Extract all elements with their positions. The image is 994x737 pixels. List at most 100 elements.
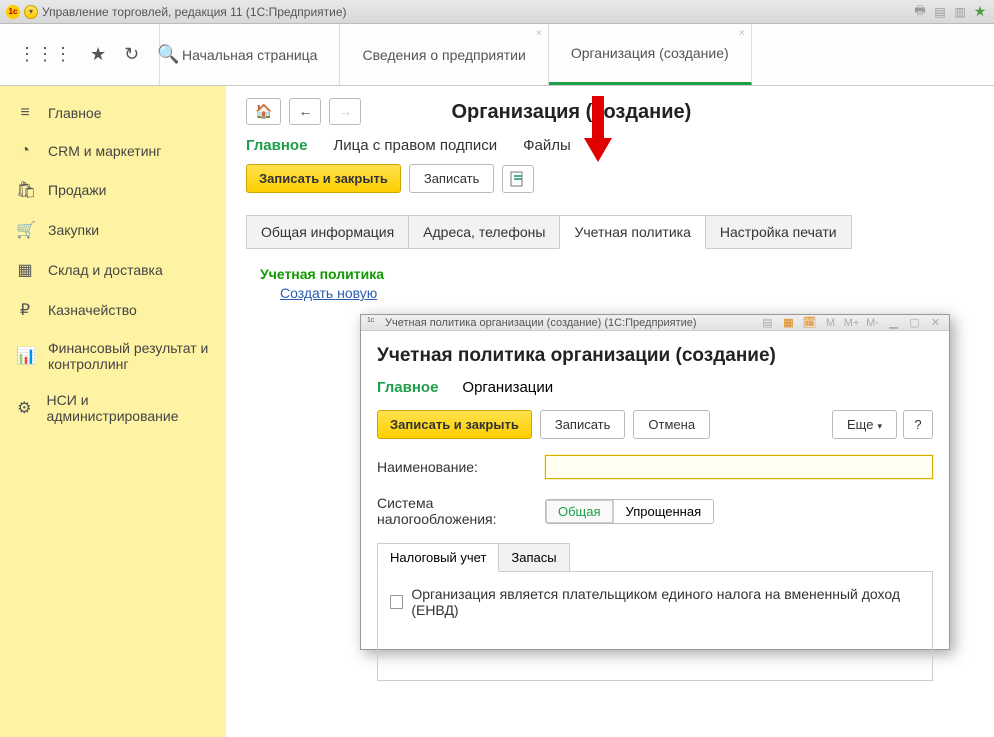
history-icon[interactable]: ↻ — [124, 44, 139, 65]
sidebar-item-label: Главное — [48, 105, 102, 121]
annotation-arrow — [578, 96, 618, 166]
print-icon[interactable]: 🖶 — [912, 4, 928, 20]
sidebar-item-warehouse[interactable]: ▦ Склад и доставка — [0, 250, 226, 290]
extra-action-button[interactable] — [502, 165, 534, 193]
dialog-heading: Учетная политика организации (создание) — [377, 345, 933, 367]
tab-home-label: Начальная страница — [182, 47, 317, 63]
tab-addresses[interactable]: Адреса, телефоны — [408, 215, 560, 249]
m-icon[interactable]: M — [823, 315, 838, 330]
forward-button[interactable]: → — [329, 98, 361, 125]
tax-general-option[interactable]: Общая — [546, 500, 613, 523]
window-titlebar: 1c ▾ Управление торговлей, редакция 11 (… — [0, 0, 994, 24]
dlg-more-button[interactable]: Еще ▾ — [832, 410, 897, 439]
sidebar-item-label: Закупки — [48, 222, 99, 238]
envd-checkbox[interactable] — [390, 595, 403, 609]
name-label: Наименование: — [377, 459, 537, 475]
sidebar-item-label: Склад и доставка — [48, 262, 163, 278]
create-new-link[interactable]: Создать новую — [280, 285, 377, 301]
dlg-subnav-orgs[interactable]: Организации — [462, 379, 553, 396]
tab-home[interactable]: Начальная страница — [160, 24, 340, 85]
tab-about[interactable]: Сведения о предприятии × — [340, 24, 548, 85]
dlg-save-button[interactable]: Записать — [540, 410, 626, 439]
subnav-signers[interactable]: Лица с правом подписи — [333, 137, 497, 154]
document-icon — [509, 170, 527, 188]
sidebar-item-sales[interactable]: 🛍 Продажи — [0, 170, 226, 210]
subnav-files[interactable]: Файлы — [523, 137, 571, 154]
sidebar-item-treasury[interactable]: ₽ Казначейство — [0, 290, 226, 330]
titlebar-dropdown[interactable]: ▾ — [24, 5, 38, 19]
gear-icon: ⚙ — [16, 398, 33, 418]
sidebar-item-purchases[interactable]: 🛒 Закупки — [0, 210, 226, 250]
tab-organization-label: Организация (создание) — [571, 45, 729, 61]
tax-system-label: Система налогообложения: — [377, 495, 537, 527]
mplus-icon[interactable]: M+ — [844, 315, 859, 330]
doc-icon[interactable]: ▤ — [760, 315, 775, 330]
sidebar: ≡ Главное ◔ CRM и маркетинг 🛍 Продажи 🛒 Заку… — [0, 86, 226, 737]
name-input[interactable] — [545, 455, 933, 479]
dialog-inner-tabs: Налоговый учет Запасы — [377, 543, 933, 572]
tab-organization[interactable]: Организация (создание) × — [549, 24, 752, 85]
policy-dialog: 1c Учетная политика организации (создани… — [360, 314, 950, 650]
dlg-save-close-button[interactable]: Записать и закрыть — [377, 410, 532, 439]
dlg-help-button[interactable]: ? — [903, 410, 933, 439]
save-close-button[interactable]: Записать и закрыть — [246, 164, 401, 193]
tab-close-icon[interactable]: × — [739, 28, 745, 39]
menu-icon: ≡ — [16, 104, 34, 122]
tax-system-toggle: Общая Упрощенная — [545, 499, 714, 524]
save-button[interactable]: Записать — [409, 164, 495, 193]
favorite-icon[interactable]: ★ — [972, 4, 988, 20]
sidebar-item-admin[interactable]: ⚙ НСИ и администрирование — [0, 382, 226, 434]
subnav-main[interactable]: Главное — [246, 137, 307, 154]
section-title: Учетная политика — [260, 266, 974, 282]
cart-icon: 🛒 — [16, 220, 34, 240]
report-icon[interactable]: ▤ — [932, 4, 948, 20]
minimize-icon[interactable]: ▁ — [886, 315, 901, 330]
mminus-icon[interactable]: M- — [865, 315, 880, 330]
page-title: Организация (создание) — [451, 101, 691, 124]
dlg-cancel-button[interactable]: Отмена — [633, 410, 710, 439]
apps-icon[interactable]: ⋮⋮⋮ — [18, 44, 72, 65]
ruble-icon: ₽ — [16, 300, 34, 320]
back-button[interactable]: ← — [289, 98, 321, 125]
dlg-subnav-main[interactable]: Главное — [377, 379, 438, 396]
sidebar-item-label: НСИ и администрирование — [47, 392, 210, 424]
tab-print[interactable]: Настройка печати — [705, 215, 852, 249]
inner-tab-panel: Организация является плательщиком единог… — [377, 571, 933, 681]
inner-tab-tax[interactable]: Налоговый учет — [377, 543, 499, 572]
sidebar-item-main[interactable]: ≡ Главное — [0, 94, 226, 132]
dlg-more-label: Еще — [847, 417, 873, 432]
page-tabstrip: Общая информация Адреса, телефоны Учетна… — [246, 215, 974, 249]
barchart-icon: 📊 — [16, 346, 34, 366]
tab-policy[interactable]: Учетная политика — [559, 215, 705, 249]
home-button[interactable]: 🏠 — [246, 98, 281, 125]
tab-general[interactable]: Общая информация — [246, 215, 409, 249]
dialog-titlebar: 1c Учетная политика организации (создани… — [361, 315, 949, 331]
app-icon: 1c — [6, 5, 20, 19]
calc-icon[interactable]: ▥ — [952, 4, 968, 20]
sidebar-item-label: Продажи — [48, 182, 106, 198]
inner-tab-stock[interactable]: Запасы — [498, 543, 569, 572]
sidebar-item-finance[interactable]: 📊 Финансовый результат и контроллинг — [0, 330, 226, 382]
close-icon[interactable]: ✕ — [928, 315, 943, 330]
sidebar-item-label: CRM и маркетинг — [48, 143, 161, 159]
table-icon[interactable]: ▦ — [781, 315, 796, 330]
star-icon[interactable]: ★ — [90, 44, 106, 65]
sidebar-item-crm[interactable]: ◔ CRM и маркетинг — [0, 132, 226, 170]
sidebar-item-label: Казначейство — [48, 302, 137, 318]
window-title: Управление торговлей, редакция 11 (1С:Пр… — [42, 5, 347, 19]
envd-label: Организация является плательщиком единог… — [411, 586, 920, 618]
tax-simplified-option[interactable]: Упрощенная — [613, 500, 714, 523]
system-buttons: ⋮⋮⋮ ★ ↻ 🔍 — [0, 24, 160, 85]
dialog-title-text: Учетная политика организации (создание) … — [385, 317, 697, 329]
piechart-icon: ◔ — [16, 142, 34, 160]
tab-close-icon[interactable]: × — [536, 28, 542, 39]
maximize-icon[interactable]: ▢ — [907, 315, 922, 330]
sidebar-item-label: Финансовый результат и контроллинг — [48, 340, 210, 372]
calendar-icon[interactable]: 🗓 — [802, 315, 817, 330]
app-icon: 1c — [367, 317, 379, 329]
tab-about-label: Сведения о предприятии — [362, 47, 525, 63]
dialog-subnav: Главное Организации — [377, 379, 933, 396]
grid-icon: ▦ — [16, 260, 34, 280]
chevron-down-icon: ▾ — [877, 421, 882, 431]
bag-icon: 🛍 — [16, 180, 34, 200]
